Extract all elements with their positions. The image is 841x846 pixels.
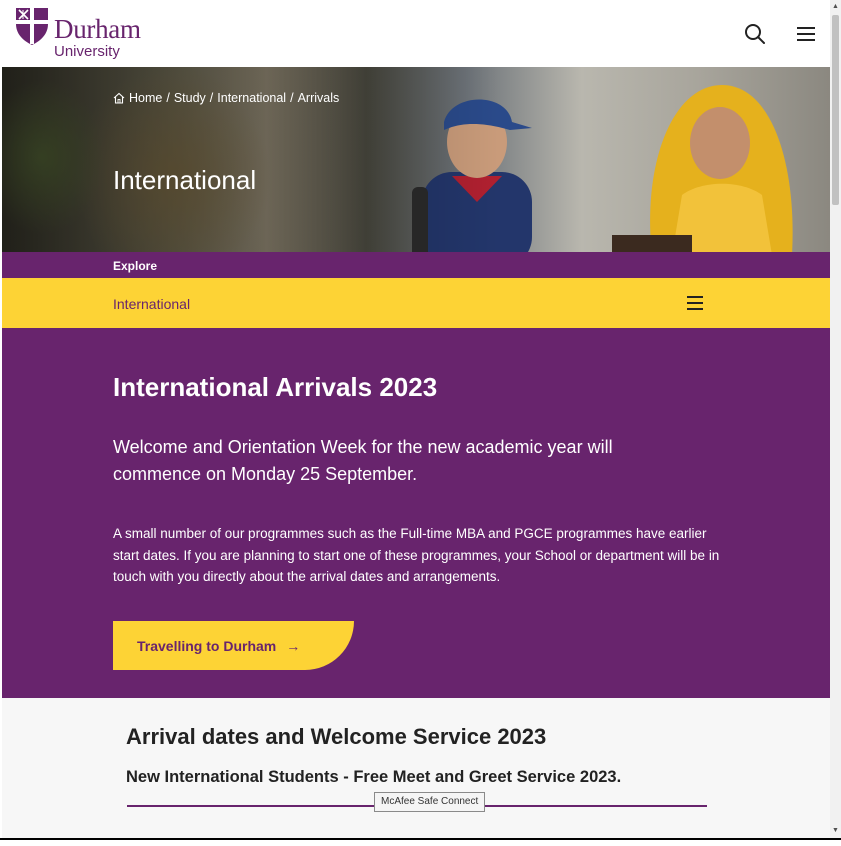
breadcrumb-international-link[interactable]: International xyxy=(217,91,286,105)
breadcrumb-separator: / xyxy=(209,91,214,105)
breadcrumb-separator: / xyxy=(290,91,294,105)
search-icon[interactable] xyxy=(743,22,767,46)
durham-university-logo[interactable]: Durham University xyxy=(14,6,141,59)
travelling-to-durham-button[interactable]: Travelling to Durham → xyxy=(113,621,354,670)
breadcrumb-separator: / xyxy=(166,91,170,105)
scrollbar[interactable]: ▲ ▼ xyxy=(830,0,841,846)
intro-body: A small number of our programmes such as… xyxy=(113,526,720,584)
shield-crest-icon xyxy=(16,8,48,45)
hamburger-menu-icon[interactable] xyxy=(794,22,818,46)
scroll-down-arrow-icon[interactable]: ▼ xyxy=(830,824,841,838)
breadcrumb: Home / Study / International / Arrivals xyxy=(113,91,339,105)
hamburger-menu-icon[interactable] xyxy=(686,295,704,311)
intro-section: International Arrivals 2023 Welcome and … xyxy=(2,328,830,698)
arrival-subheading: New International Students - Free Meet a… xyxy=(126,768,621,787)
section-nav-label[interactable]: International xyxy=(113,296,190,312)
arrival-section: Arrival dates and Welcome Service 2023 N… xyxy=(2,698,830,838)
breadcrumb-current: Arrivals xyxy=(297,91,340,105)
breadcrumb-home-link[interactable]: Home xyxy=(129,91,162,105)
section-nav[interactable]: International xyxy=(2,278,830,328)
cta-label: Travelling to Durham xyxy=(137,637,277,654)
home-icon xyxy=(113,92,125,104)
logo-subtitle: University xyxy=(54,43,120,60)
breadcrumb-study-link[interactable]: Study xyxy=(174,91,206,105)
intro-lead: Welcome and Orientation Week for the new… xyxy=(113,437,613,484)
hero-title: International xyxy=(113,165,257,195)
tooltip: McAfee Safe Connect xyxy=(374,792,486,812)
arrival-heading: Arrival dates and Welcome Service 2023 xyxy=(126,724,547,749)
site-header: Durham University xyxy=(0,0,830,67)
page-title: International Arrivals 2023 xyxy=(113,372,438,402)
arrival-subheading-year: 2023. xyxy=(579,768,622,786)
explore-label: Explore xyxy=(113,259,158,273)
arrival-subheading-text: New International Students - Free Meet a… xyxy=(126,768,576,786)
scrollbar-thumb[interactable] xyxy=(832,15,839,205)
window-bottom-edge xyxy=(0,838,841,846)
arrow-right-icon: → xyxy=(286,637,301,654)
hero-banner: Home / Study / International / Arrivals … xyxy=(2,67,830,252)
logo-name: Durham xyxy=(54,14,141,44)
explore-bar: Explore xyxy=(2,252,830,278)
scroll-up-arrow-icon[interactable]: ▲ xyxy=(830,0,841,14)
